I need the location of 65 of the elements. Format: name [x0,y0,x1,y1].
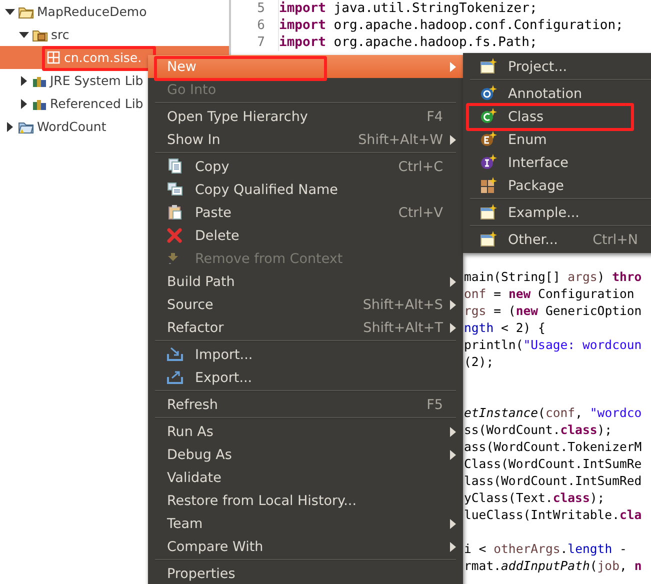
menu-item[interactable]: Package [463,174,651,197]
code-line: rgs = (new GenericOption [464,303,642,320]
code-line: import java.util.StringTokenizer; [279,0,538,17]
menu-item[interactable]: Class [463,105,651,128]
code-line: ss(WordCount.class); [464,422,612,439]
code-line: println("Usage: wordcoun [464,337,642,354]
circle-icon [480,85,497,102]
menu-item[interactable]: Refresh F5 [148,393,463,416]
package-icon [46,50,61,65]
menu-item[interactable]: Restore from Local History... [148,489,463,512]
tree-item[interactable]: MapReduceDemo [0,0,229,23]
window-icon [480,231,497,248]
menu-item[interactable]: Refactor Shift+Alt+T [148,316,463,339]
code-line: etInstance(conf, "wordco [464,405,642,422]
code-line: yClass(Text.class); [464,490,605,507]
menu-item[interactable]: Compare With [148,535,463,558]
menu-item[interactable]: Project... [463,55,651,78]
export-icon [167,369,184,386]
menu-item[interactable]: Source Shift+Alt+S [148,293,463,316]
copy-icon [167,158,184,175]
code-line: import org.apache.hadoop.fs.Path; [279,34,538,51]
menu-item[interactable]: Copy Qualified Name [148,178,463,201]
window-icon [480,204,497,221]
menu-item[interactable]: Validate [148,466,463,489]
menu-item[interactable]: Build Path [148,270,463,293]
close-icon [167,227,184,244]
line-number: 6 [231,17,279,34]
menu-item[interactable]: Enum [463,128,651,151]
menu-item[interactable]: Other... Ctrl+N [463,228,651,251]
code-line: i < otherArgs.length - [464,541,627,558]
code-line: ngth < 2) { [464,320,546,337]
code-line: import org.apache.hadoop.conf.Configuration; [279,17,624,34]
code-line: onf = new Configuration [464,286,634,303]
menu-item[interactable]: Properties [148,562,463,584]
menu-item[interactable]: Interface [463,151,651,174]
copy-icon [167,181,184,198]
menu-item[interactable]: Copy Ctrl+C [148,155,463,178]
menu-item[interactable]: Open Type Hierarchy F4 [148,105,463,128]
import-icon [167,346,184,363]
code-line: ass(WordCount.TokenizerM [464,439,642,456]
menu-item[interactable]: Annotation [463,82,651,105]
circle-icon [480,131,497,148]
line-number: 7 [231,34,279,51]
clipboard-icon [167,204,184,221]
code-line: Class(WordCount.IntSumRe [464,456,642,473]
menu-item[interactable]: Debug As [148,443,463,466]
code-line: main(String[] args) thro [464,269,642,286]
menu-item[interactable]: Paste Ctrl+V [148,201,463,224]
menu-item[interactable]: Show In Shift+Alt+W [148,128,463,151]
menu-item[interactable]: Delete [148,224,463,247]
menu-item[interactable]: Export... [148,366,463,389]
window-icon [480,58,497,75]
code-line: lass(WordCount.IntSumRed [464,473,642,490]
menu-item[interactable]: Import... [148,343,463,366]
line-number: 5 [231,0,279,17]
tree-item[interactable]: src [0,23,229,46]
circle-icon [480,154,497,171]
code-line: rmat.addInputPath(job, n [464,558,642,575]
code-line: (2); [464,354,494,371]
circle-icon [480,108,497,125]
menu-item[interactable]: Run As [148,420,463,443]
menu-item[interactable]: Team [148,512,463,535]
code-line: lueClass(IntWritable.cla [464,507,642,524]
menu-item[interactable]: Example... [463,201,651,224]
grid-icon [480,177,497,194]
